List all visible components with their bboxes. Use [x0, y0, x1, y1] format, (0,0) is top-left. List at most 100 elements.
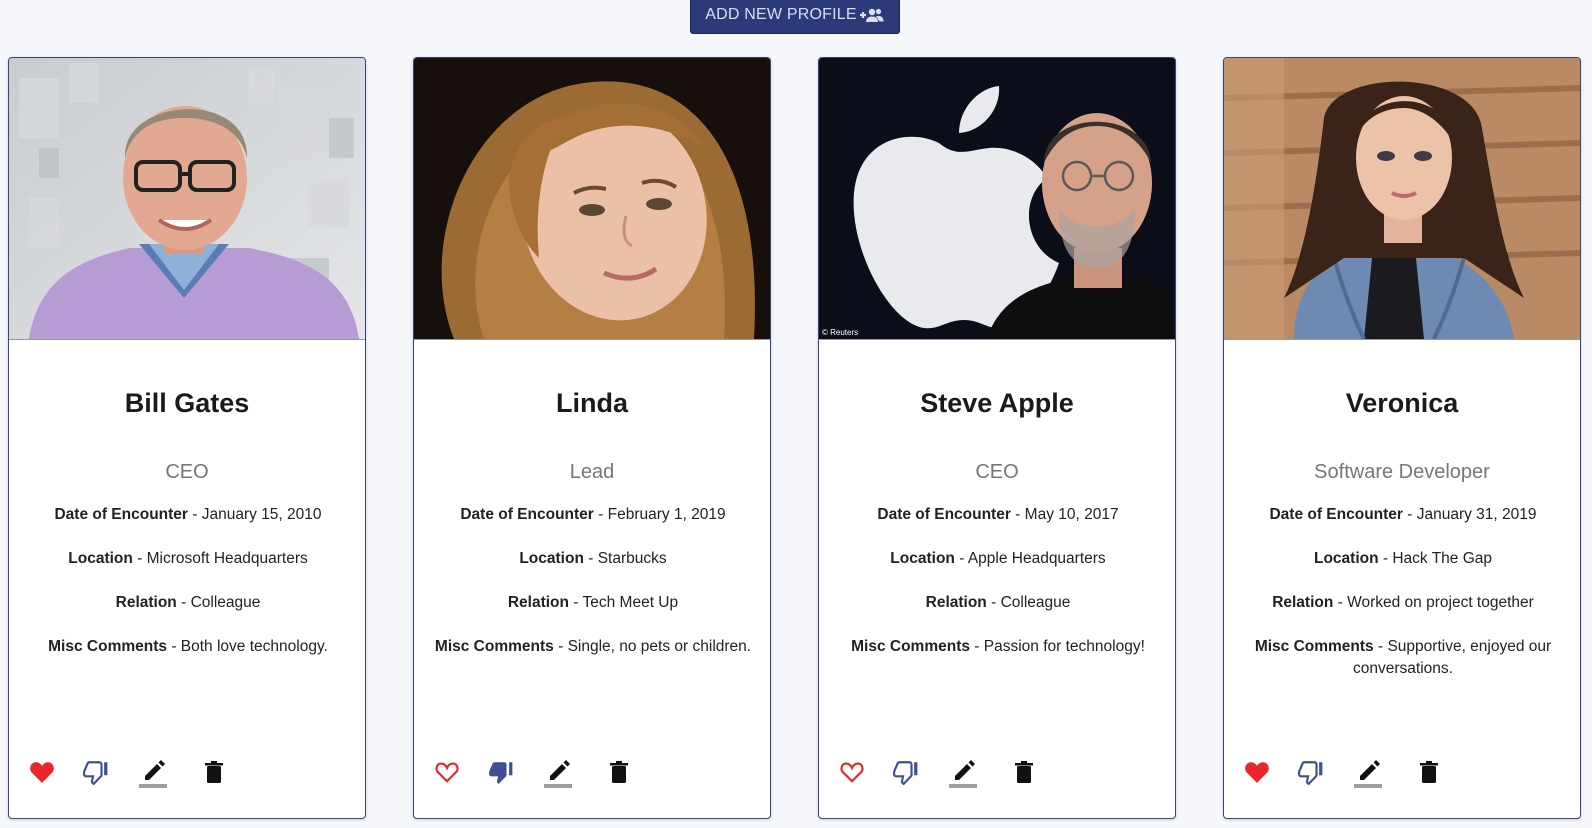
photo-credit: © Reuters	[822, 328, 858, 337]
profile-card-list: Bill Gates CEO Date of Encounter - Janua…	[8, 57, 1592, 821]
relation-row: Relation - Tech Meet Up	[507, 594, 679, 611]
comments-row: Misc Comments - Both love technology.	[48, 638, 328, 655]
pencil-icon	[544, 760, 572, 788]
profile-name: Steve Apple	[920, 388, 1074, 418]
trash-icon	[610, 761, 628, 783]
trash-icon	[205, 761, 223, 783]
delete-button[interactable]	[602, 752, 636, 792]
heart-filled-icon	[1245, 762, 1269, 783]
comments-label: Misc Comments	[48, 638, 168, 655]
edit-button[interactable]	[1352, 752, 1386, 792]
profile-card: Bill Gates CEO Date of Encounter - Janua…	[8, 57, 366, 819]
profile-details: Date of Encounter - February 1, 2019 Loc…	[434, 504, 752, 680]
card-actions	[430, 752, 760, 792]
like-button[interactable]	[835, 752, 869, 792]
profile-photo	[9, 58, 365, 340]
comments-row: Misc Comments - Passion for technology!	[851, 638, 1145, 655]
profile-role: CEO	[165, 461, 209, 483]
profile-role: Software Developer	[1314, 461, 1490, 483]
profile-details: Date of Encounter - January 15, 2010 Loc…	[29, 504, 347, 680]
profile-role: Lead	[569, 461, 615, 483]
thumbs-down-outline-icon	[83, 761, 108, 785]
profile-name: Linda	[556, 388, 628, 418]
profile-card: © Reuters Steve Apple CEO Date of Encoun…	[818, 57, 1176, 819]
like-button[interactable]	[1240, 752, 1274, 792]
profile-card: Linda Lead Date of Encounter - February …	[413, 57, 771, 819]
comments-value: Both love technology.	[180, 638, 328, 655]
card-actions	[1240, 752, 1570, 792]
thumbs-down-outline-icon	[1298, 761, 1323, 785]
like-button[interactable]	[25, 752, 59, 792]
relation-label: Relation	[925, 594, 987, 611]
trash-icon	[1015, 761, 1033, 783]
comments-label: Misc Comments	[434, 638, 554, 655]
location-row: Location - Apple Headquarters	[890, 550, 1106, 567]
relation-label: Relation	[1272, 594, 1334, 611]
date-label: Date of Encounter	[54, 506, 188, 523]
location-label: Location	[519, 550, 584, 567]
comments-row: Misc Comments - Single, no pets or child…	[434, 638, 752, 655]
location-label: Location	[68, 550, 133, 567]
heart-outline-icon	[435, 762, 459, 783]
heart-outline-icon	[840, 762, 864, 783]
card-actions	[835, 752, 1165, 792]
comments-value: Single, no pets or children.	[567, 638, 752, 655]
date-value: May 10, 2017	[1024, 506, 1119, 523]
location-label: Location	[890, 550, 955, 567]
relation-value: Colleague	[190, 594, 261, 611]
profile-role: CEO	[975, 461, 1019, 483]
date-row: Date of Encounter - February 1, 2019	[460, 506, 726, 523]
location-label: Location	[1313, 550, 1379, 567]
profile-name: Veronica	[1345, 388, 1459, 418]
relation-row: Relation - Colleague	[115, 594, 261, 611]
dislike-button[interactable]	[484, 752, 518, 792]
delete-button[interactable]	[197, 752, 231, 792]
like-button[interactable]	[430, 752, 464, 792]
location-value: Hack The Gap	[1392, 550, 1493, 567]
date-row: Date of Encounter - May 10, 2017	[877, 506, 1119, 523]
profile-details: Date of Encounter - May 10, 2017 Locatio…	[839, 504, 1157, 680]
heart-filled-icon	[30, 762, 54, 783]
add-new-profile-button[interactable]: ADD NEW PROFILE	[690, 0, 900, 34]
relation-value: Colleague	[1000, 594, 1071, 611]
pencil-icon	[949, 760, 977, 788]
location-row: Location - Microsoft Headquarters	[68, 550, 308, 567]
delete-button[interactable]	[1412, 752, 1446, 792]
location-row: Location - Hack The Gap	[1313, 550, 1493, 567]
edit-button[interactable]	[947, 752, 981, 792]
date-row: Date of Encounter - January 15, 2010	[54, 506, 322, 523]
date-label: Date of Encounter	[877, 506, 1011, 523]
dislike-button[interactable]	[1294, 752, 1328, 792]
profile-details: Date of Encounter - January 31, 2019 Loc…	[1244, 504, 1562, 702]
location-row: Location - Starbucks	[519, 550, 667, 567]
date-value: February 1, 2019	[607, 506, 726, 523]
date-label: Date of Encounter	[1269, 506, 1403, 523]
relation-row: Relation - Worked on project together	[1272, 594, 1534, 611]
date-value: January 31, 2019	[1416, 506, 1537, 523]
relation-value: Worked on project together	[1347, 594, 1534, 611]
relation-row: Relation - Colleague	[925, 594, 1071, 611]
trash-icon	[1420, 761, 1438, 783]
date-value: January 15, 2010	[201, 506, 322, 523]
comments-value: Supportive, enjoyed our conversations.	[1353, 638, 1552, 677]
date-label: Date of Encounter	[460, 506, 594, 523]
add-group-icon	[859, 8, 884, 22]
thumbs-down-outline-icon	[893, 761, 918, 785]
top-toolbar: ADD NEW PROFILE	[0, 0, 1592, 40]
profile-photo: © Reuters	[819, 58, 1175, 340]
edit-button[interactable]	[542, 752, 576, 792]
comments-row: Misc Comments - Supportive, enjoyed our …	[1254, 638, 1552, 677]
date-row: Date of Encounter - January 31, 2019	[1269, 506, 1537, 523]
relation-value: Tech Meet Up	[582, 594, 679, 611]
edit-button[interactable]	[137, 752, 171, 792]
location-value: Apple Headquarters	[967, 550, 1106, 567]
profile-photo	[414, 58, 770, 340]
location-value: Microsoft Headquarters	[146, 550, 308, 567]
profile-photo	[1224, 58, 1580, 340]
thumbs-down-filled-icon	[489, 762, 513, 784]
pencil-icon	[139, 760, 167, 788]
delete-button[interactable]	[1007, 752, 1041, 792]
dislike-button[interactable]	[889, 752, 923, 792]
dislike-button[interactable]	[79, 752, 113, 792]
add-profile-label: ADD NEW PROFILE	[705, 6, 857, 23]
